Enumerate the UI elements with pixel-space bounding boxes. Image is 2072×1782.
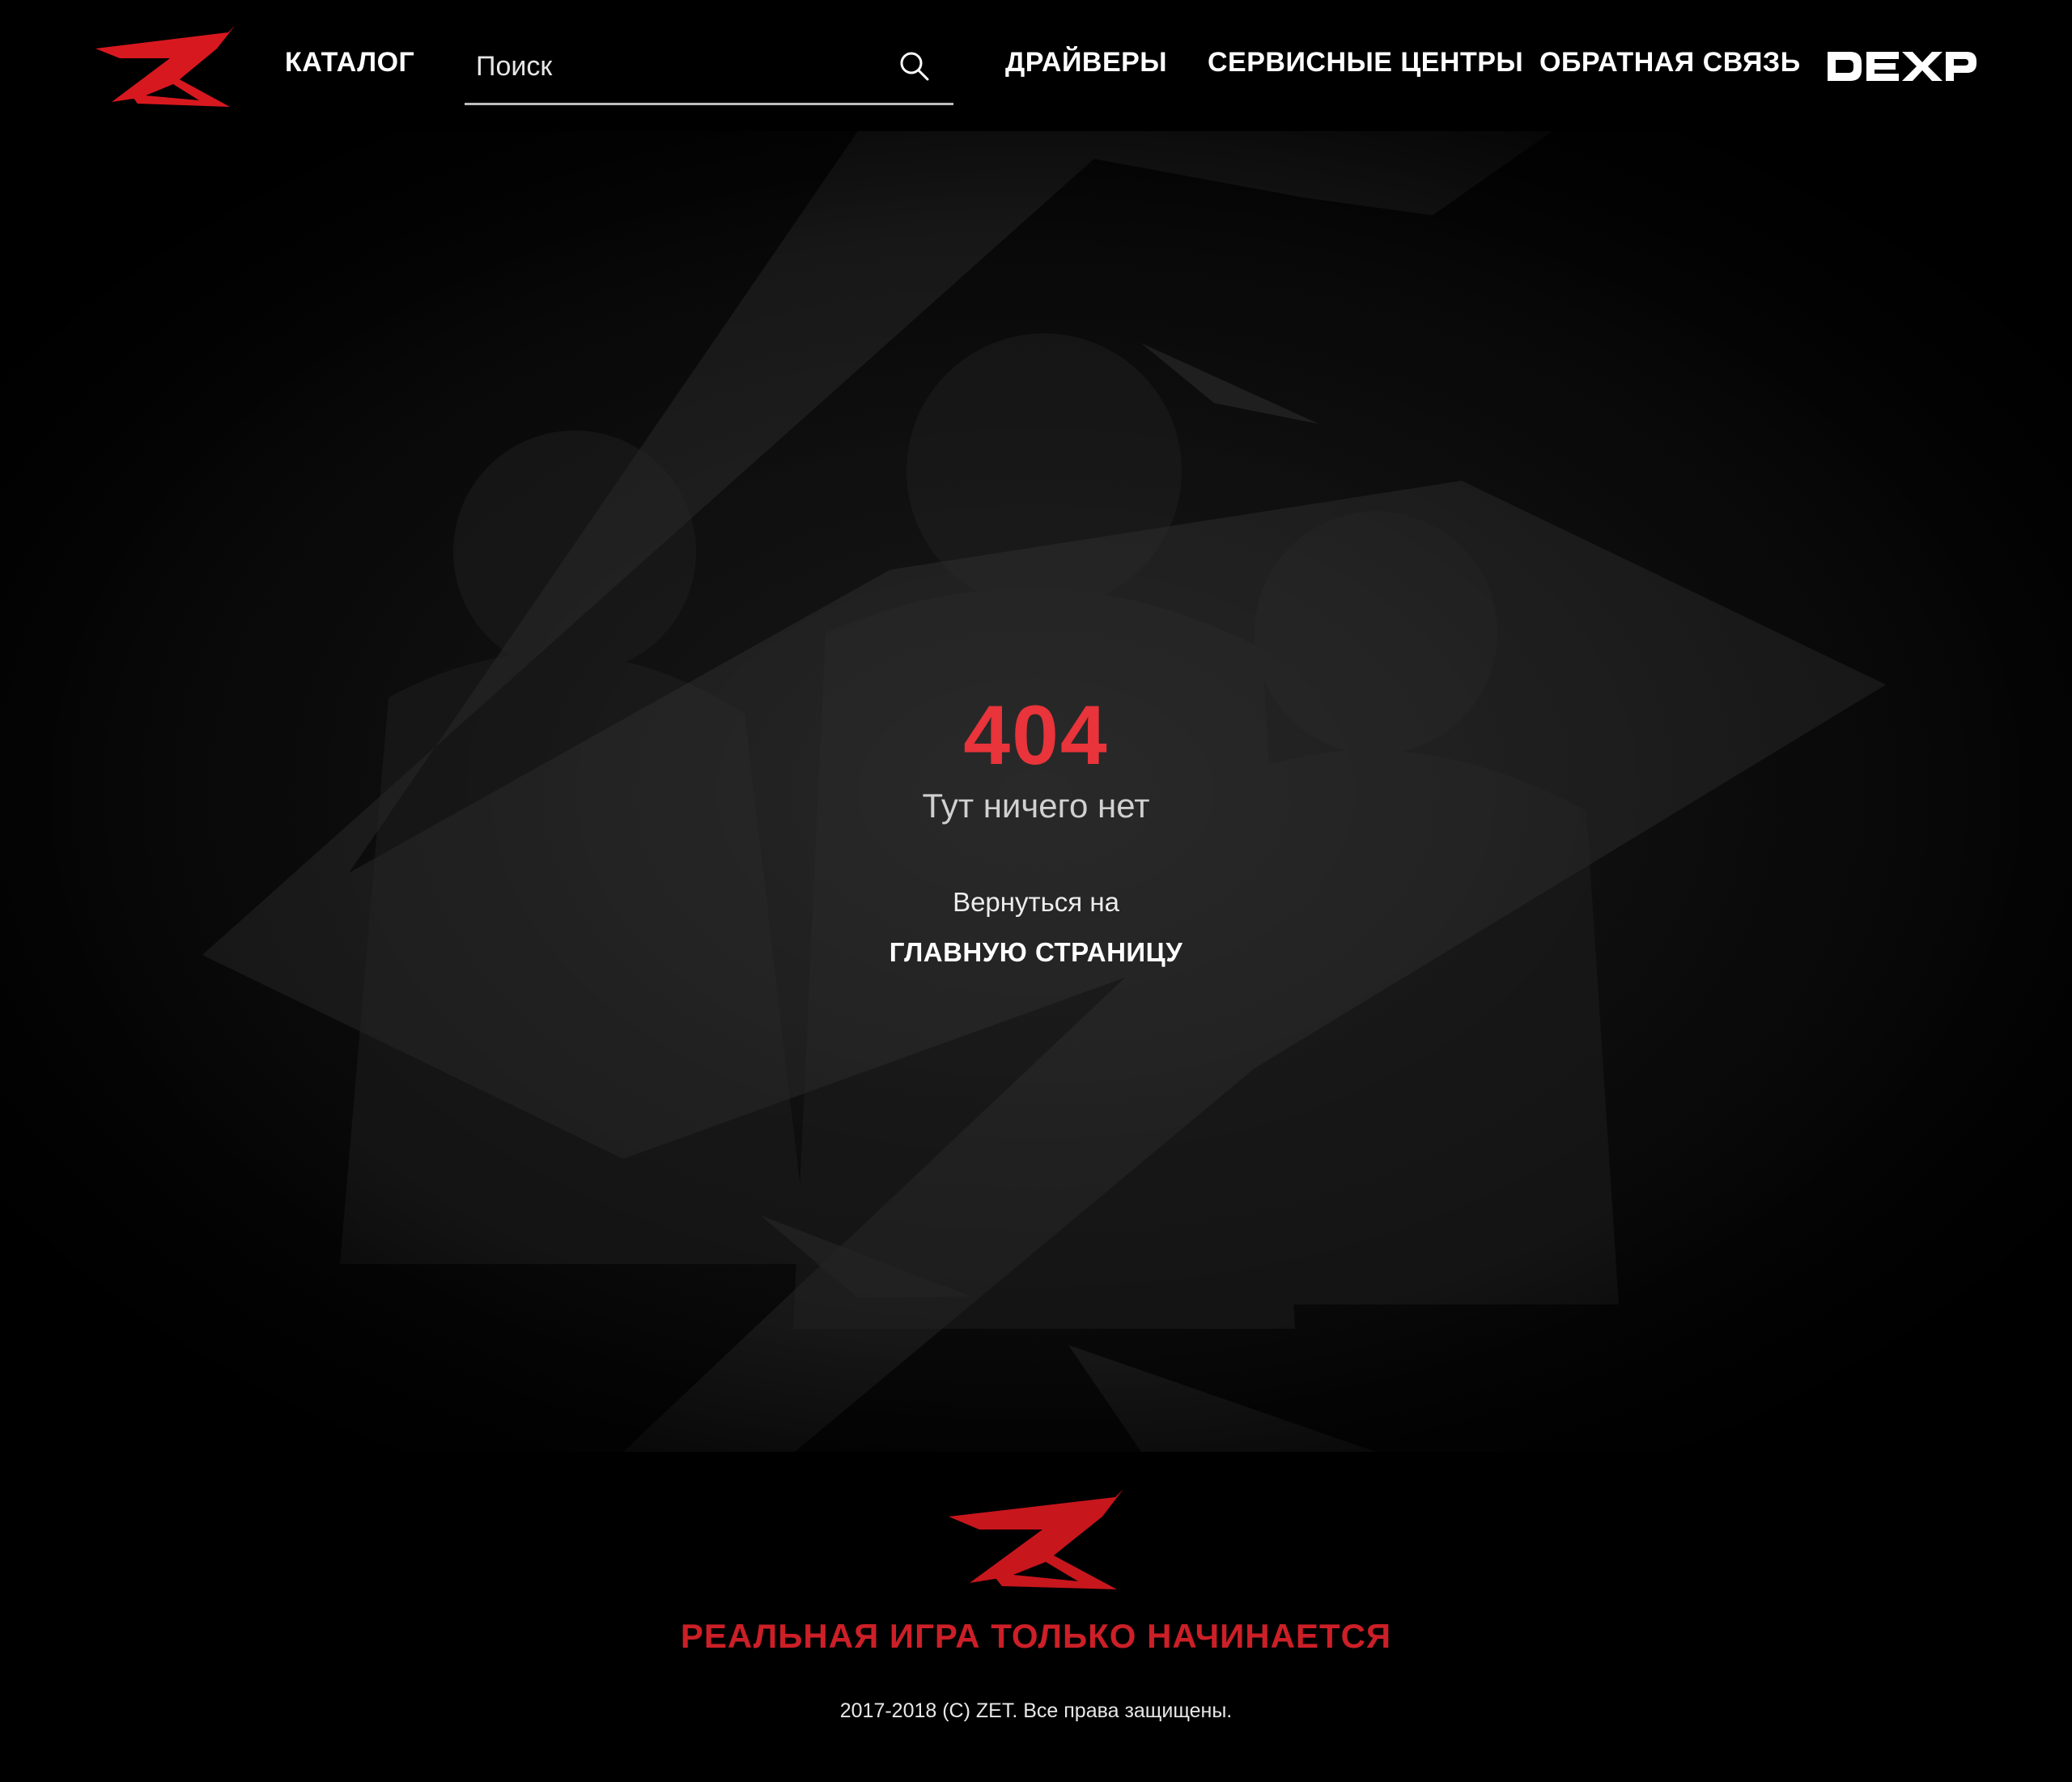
nav-service-centers[interactable]: СЕРВИСНЫЕ ЦЕНТРЫ <box>1208 47 1523 78</box>
dexp-logo[interactable] <box>1826 50 1976 83</box>
site-header: КАТАЛОГ ДРАЙВЕРЫ СЕРВИСНЫЕ ЦЕНТРЫ ОБРАТН… <box>0 0 2072 131</box>
search-icon[interactable] <box>898 50 931 83</box>
search-input[interactable] <box>476 47 881 86</box>
copyright: 2017-2018 (C) ZET. Все права защищены. <box>839 1699 1233 1722</box>
footer-slogan: РЕАЛЬНАЯ ИГРА ТОЛЬКО НАЧИНАЕТСЯ <box>680 1617 1392 1655</box>
zet-logo[interactable] <box>96 26 235 107</box>
error-code: 404 <box>963 689 1109 783</box>
back-text: Вернуться на <box>953 887 1119 917</box>
nav-catalog[interactable]: КАТАЛОГ <box>285 47 414 78</box>
nav-drivers[interactable]: ДРАЙВЕРЫ <box>1005 47 1167 78</box>
nav-feedback[interactable]: ОБРАТНАЯ СВЯЗЬ <box>1539 47 1801 78</box>
page: КАТАЛОГ ДРАЙВЕРЫ СЕРВИСНЫЕ ЦЕНТРЫ ОБРАТН… <box>0 0 2072 1782</box>
zet-logo-footer <box>949 1489 1123 1589</box>
home-link-wrap: ГЛАВНУЮ СТРАНИЦУ <box>0 937 2072 968</box>
search-bar <box>465 37 953 105</box>
hero-section: 404 Тут ничего нет Вернуться на ГЛАВНУЮ … <box>0 131 2072 1452</box>
home-page-link[interactable]: ГЛАВНУЮ СТРАНИЦУ <box>890 937 1183 967</box>
error-message: Тут ничего нет <box>922 787 1150 825</box>
